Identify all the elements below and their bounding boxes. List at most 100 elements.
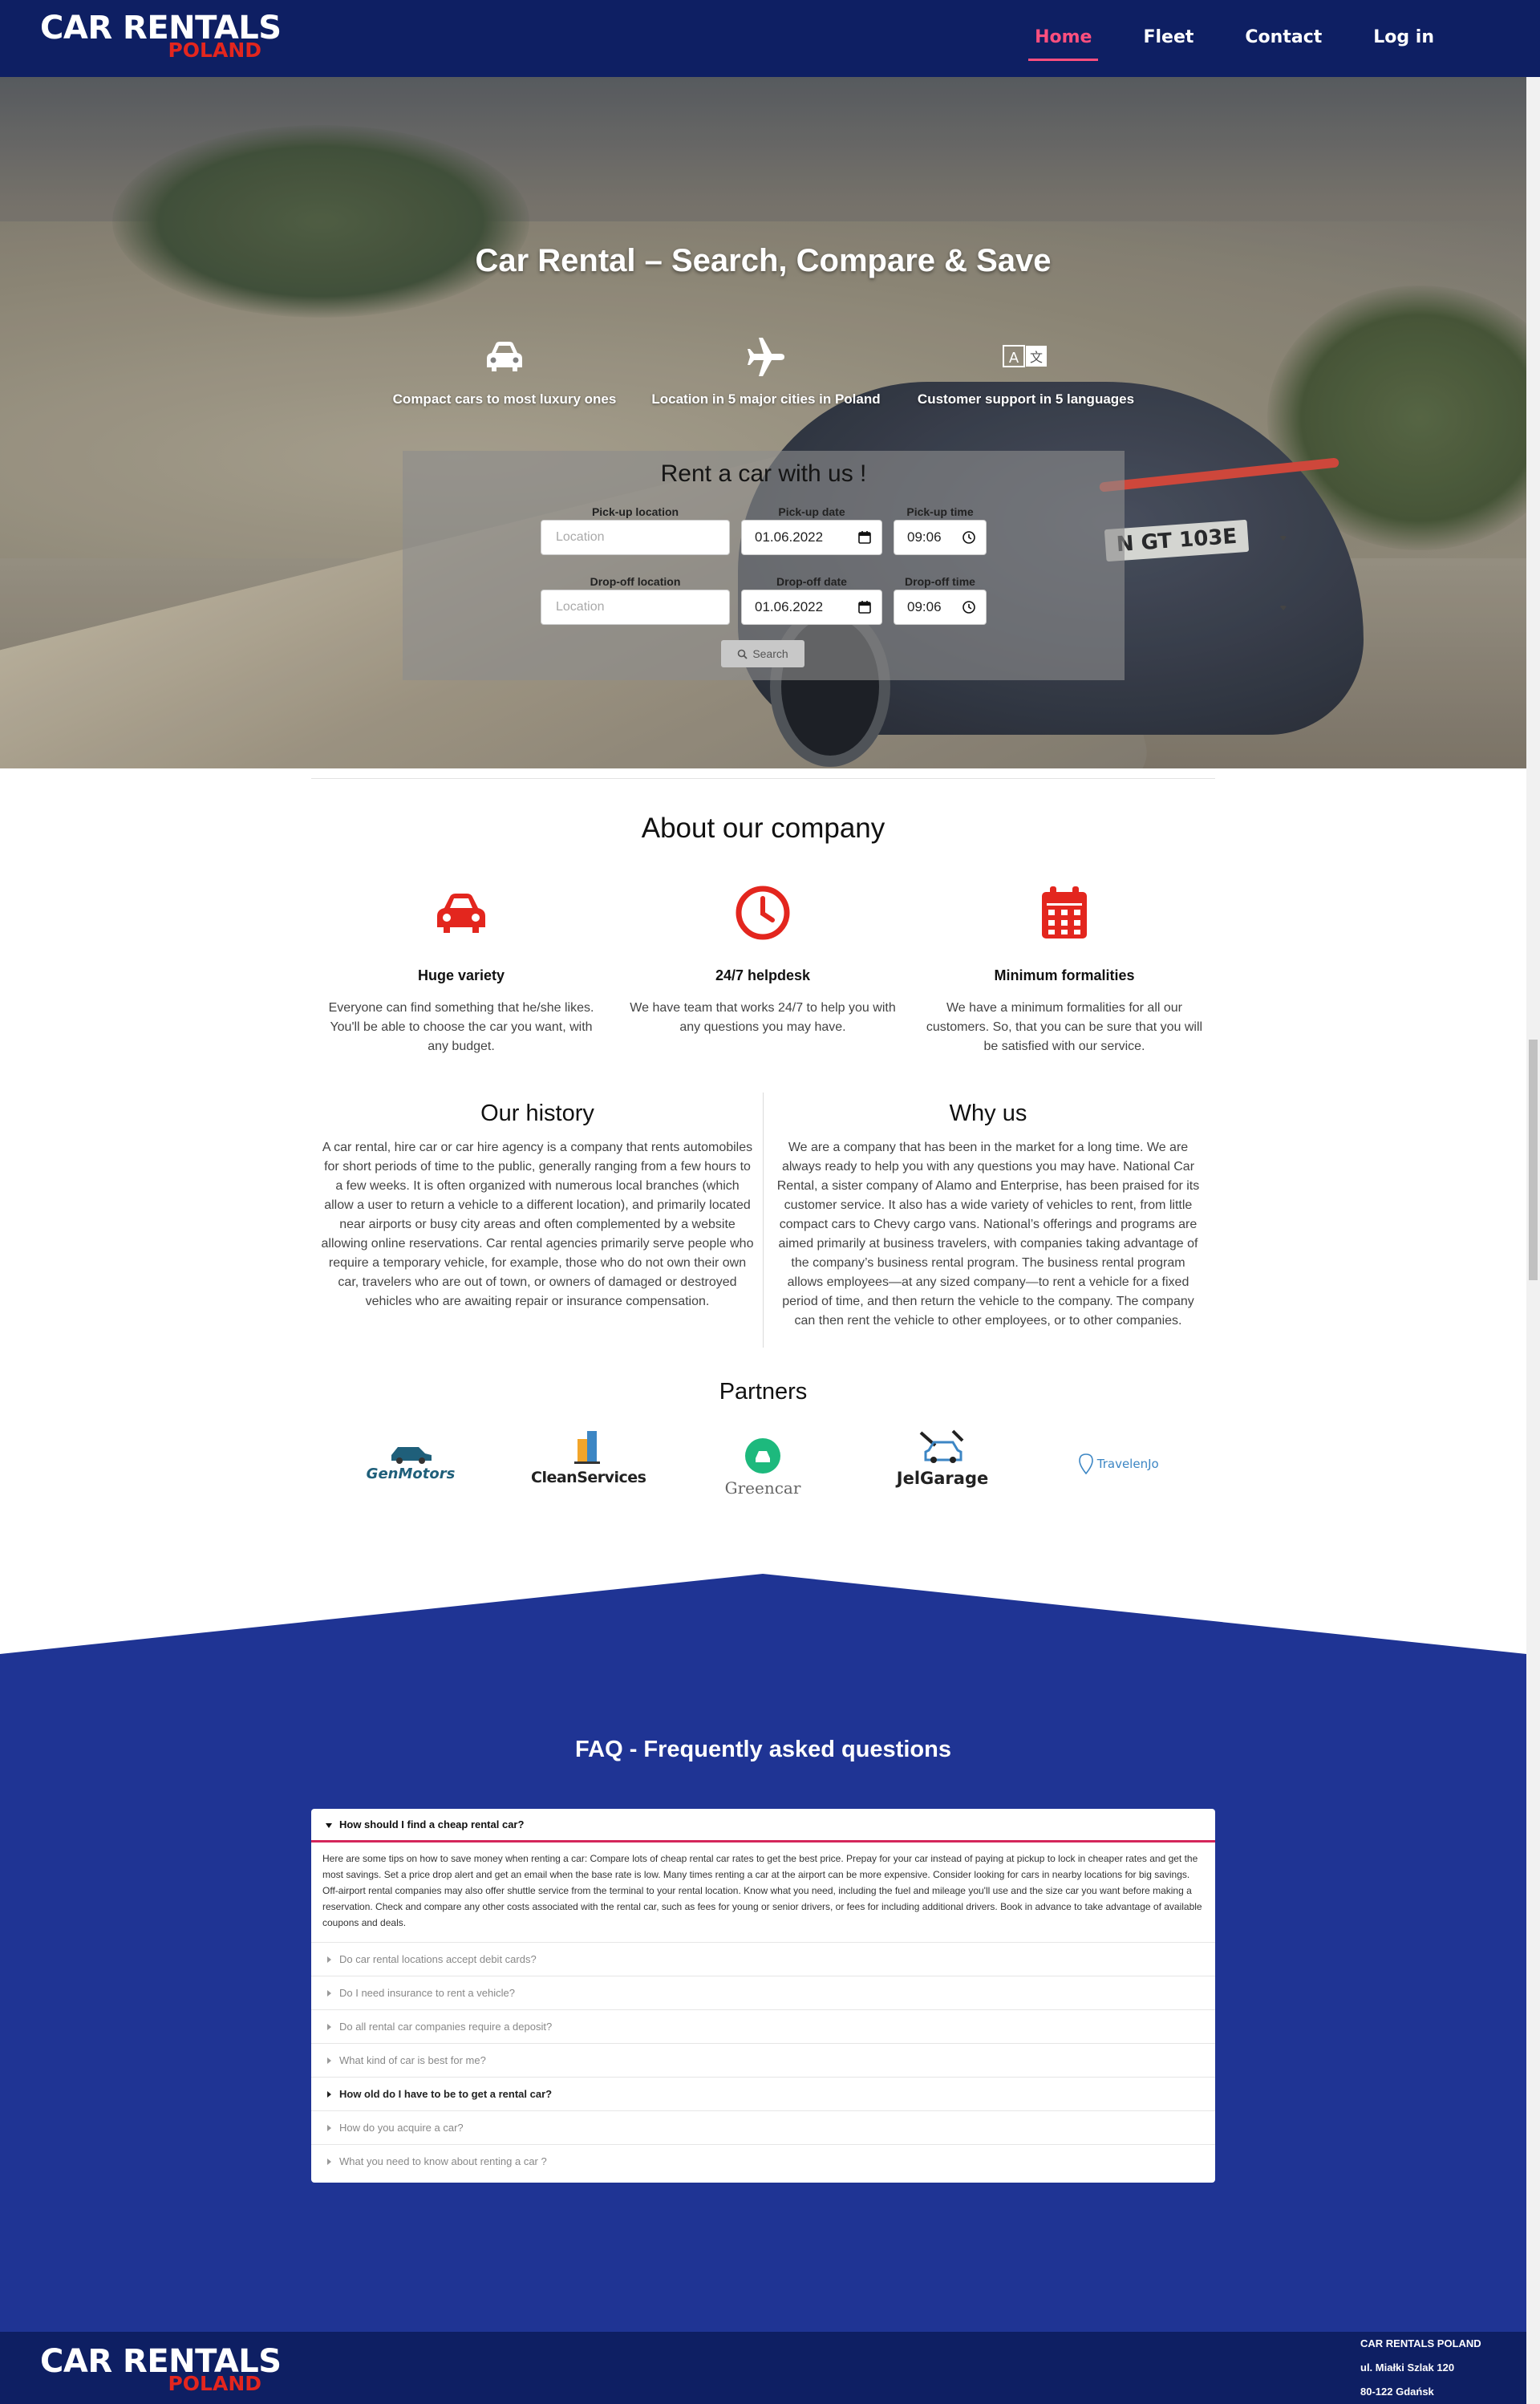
faq-question[interactable]: Do all rental car companies require a de…	[311, 2010, 1215, 2044]
car-icon	[391, 1447, 432, 1464]
svg-text:A: A	[1009, 350, 1019, 367]
faq-question[interactable]: What you need to know about renting a ca…	[311, 2145, 1215, 2179]
car-icon	[487, 342, 522, 371]
pickup-time-input[interactable]: 09:06	[894, 520, 987, 555]
hero-feature-text: Location in 5 major cities in Poland	[651, 391, 881, 407]
partner-logo-jelgarage[interactable]: JelGarage	[890, 1428, 995, 1492]
about-item-title: Minimum formalities	[994, 967, 1135, 983]
pickup-date-value: 01.06.2022	[755, 529, 824, 545]
faq-question[interactable]: How do you acquire a car?	[311, 2111, 1215, 2145]
caret-right-icon	[327, 2024, 331, 2030]
history-section: Our history A car rental, hire car or ca…	[321, 1101, 754, 1311]
footer-city: 80-122 Gdańsk	[1360, 2386, 1434, 2398]
faq-question-text: How do you acquire a car?	[339, 2122, 464, 2134]
footer-logo[interactable]: CAR RENTALS POLAND	[40, 2345, 282, 2398]
about-item: 24/7 helpdesk We have team that works 24…	[622, 884, 903, 1037]
dropoff-time-value: 09:06	[907, 599, 942, 614]
why-section: Why us We are a company that has been in…	[772, 1101, 1205, 1331]
partner-logo-cleanservices[interactable]: CleanServices	[531, 1428, 646, 1492]
about-item-title: 24/7 helpdesk	[715, 967, 811, 983]
partner-logo-travelenjo[interactable]: TravelenJo	[1075, 1453, 1163, 1481]
calendar-icon	[1042, 886, 1087, 938]
about-item-text: We have team that works 24/7 to help you…	[630, 1001, 896, 1034]
footer-address: CAR RENTALS POLAND ul. Miałki Szlak 120 …	[1360, 2332, 1521, 2404]
hero-title: Car Rental – Search, Compare & Save	[475, 243, 1052, 278]
partner-logo-greencar[interactable]: Greencar	[713, 1437, 813, 1498]
caret-right-icon	[327, 2125, 331, 2131]
caret-right-icon	[327, 2091, 331, 2098]
clock-icon[interactable]	[962, 600, 976, 614]
car-icon	[437, 894, 485, 933]
partner-name: Greencar	[724, 1478, 801, 1498]
nav-login[interactable]: Log in	[1348, 0, 1460, 77]
calendar-icon[interactable]	[857, 530, 872, 545]
pickup-location-select[interactable]: Location	[541, 520, 1287, 555]
faq-question[interactable]: What kind of car is best for me?	[311, 2044, 1215, 2078]
brand-line-2: POLAND	[168, 2372, 261, 2395]
pickup-location-placeholder: Location	[556, 530, 605, 544]
search-icon	[738, 649, 748, 659]
rental-form-title: Rent a car with us !	[660, 460, 867, 487]
pickup-time-value: 09:06	[907, 529, 942, 545]
pickup-date-input[interactable]: 01.06.2022	[741, 520, 882, 555]
search-button[interactable]: Search	[721, 640, 804, 667]
footer-street: ul. Miałki Szlak 120	[1360, 2361, 1455, 2374]
faq-question[interactable]: How should I find a cheap rental car?	[311, 1809, 1215, 1843]
caret-right-icon	[327, 1956, 331, 1963]
faq-accordion: How should I find a cheap rental car? He…	[311, 1809, 1215, 2183]
clock-icon[interactable]	[962, 530, 976, 545]
faq-question[interactable]: How old do I have to be to get a rental …	[311, 2078, 1215, 2111]
dropoff-location-select[interactable]: Location	[541, 590, 1287, 625]
about-item-text: We have a minimum formalities for all ou…	[926, 1001, 1203, 1053]
hero-feature: Compact cars to most luxury ones	[384, 335, 625, 407]
calendar-icon[interactable]	[857, 600, 872, 614]
history-text: A car rental, hire car or car hire agenc…	[321, 1141, 754, 1308]
brand-line-2: POLAND	[168, 39, 261, 62]
caret-right-icon	[327, 1990, 331, 1997]
nav-contact[interactable]: Contact	[1219, 0, 1348, 77]
about-item: Huge variety Everyone can find something…	[321, 884, 602, 1056]
brand-logo[interactable]: CAR RENTALS POLAND	[40, 11, 282, 64]
partner-name: CleanServices	[531, 1469, 646, 1486]
faq-question-text: Do car rental locations accept debit car…	[339, 1953, 537, 1965]
footer: CAR RENTALS POLAND	[0, 2332, 1526, 2404]
nav-home[interactable]: Home	[1009, 0, 1117, 77]
scrollbar-thumb[interactable]	[1529, 1040, 1538, 1280]
page-scrollbar[interactable]	[1526, 77, 1540, 2404]
svg-text:文: 文	[1030, 350, 1043, 365]
pickup-date-label: Pick-up date	[778, 505, 845, 518]
rental-search-form: Rent a car with us ! Pick-up location Pi…	[403, 451, 1287, 680]
search-button-label: Search	[752, 647, 788, 660]
chevron-down-icon	[1279, 606, 1287, 610]
pickup-location-label: Pick-up location	[591, 505, 679, 518]
why-text: We are a company that has been in the ma…	[776, 1141, 1200, 1328]
dropoff-location-label: Drop-off location	[590, 575, 681, 588]
partner-logo-genmotors[interactable]: GenMotors	[363, 1441, 459, 1489]
section-divider	[311, 778, 1215, 779]
chevron-down-icon	[1279, 536, 1287, 541]
why-title: Why us	[949, 1101, 1027, 1126]
faq-question[interactable]: Do I need insurance to rent a vehicle?	[311, 1976, 1215, 2010]
dropoff-time-input[interactable]: 09:06	[894, 590, 987, 625]
main-menu: Home Fleet Contact Log in	[1009, 0, 1460, 77]
wrench-car-icon	[919, 1429, 964, 1463]
building-icon	[574, 1431, 600, 1464]
faq-question-text: Do I need insurance to rent a vehicle?	[339, 1987, 515, 1999]
about-item-title: Huge variety	[417, 967, 505, 983]
about-item-text: Everyone can find something that he/she …	[328, 1001, 594, 1053]
map-pin-icon	[1079, 1453, 1094, 1475]
dropoff-date-input[interactable]: 01.06.2022	[741, 590, 882, 625]
nav-fleet[interactable]: Fleet	[1117, 0, 1219, 77]
hero-feature: Location in 5 major cities in Poland	[646, 335, 886, 407]
faq-question-text: How old do I have to be to get a rental …	[339, 2088, 553, 2100]
partner-name: TravelenJo	[1096, 1457, 1159, 1471]
faq-answer: Here are some tips on how to save money …	[311, 1843, 1215, 1943]
faq-question[interactable]: Do car rental locations accept debit car…	[311, 1943, 1215, 1976]
greencar-emblem-icon	[745, 1438, 780, 1474]
partner-name: GenMotors	[366, 1466, 456, 1482]
caret-right-icon	[327, 2057, 331, 2064]
dropoff-location-placeholder: Location	[556, 600, 605, 614]
faq-question-text: Do all rental car companies require a de…	[339, 2021, 553, 2033]
hero-feature-text: Customer support in 5 languages	[917, 391, 1135, 407]
pickup-time-label: Pick-up time	[906, 505, 974, 518]
